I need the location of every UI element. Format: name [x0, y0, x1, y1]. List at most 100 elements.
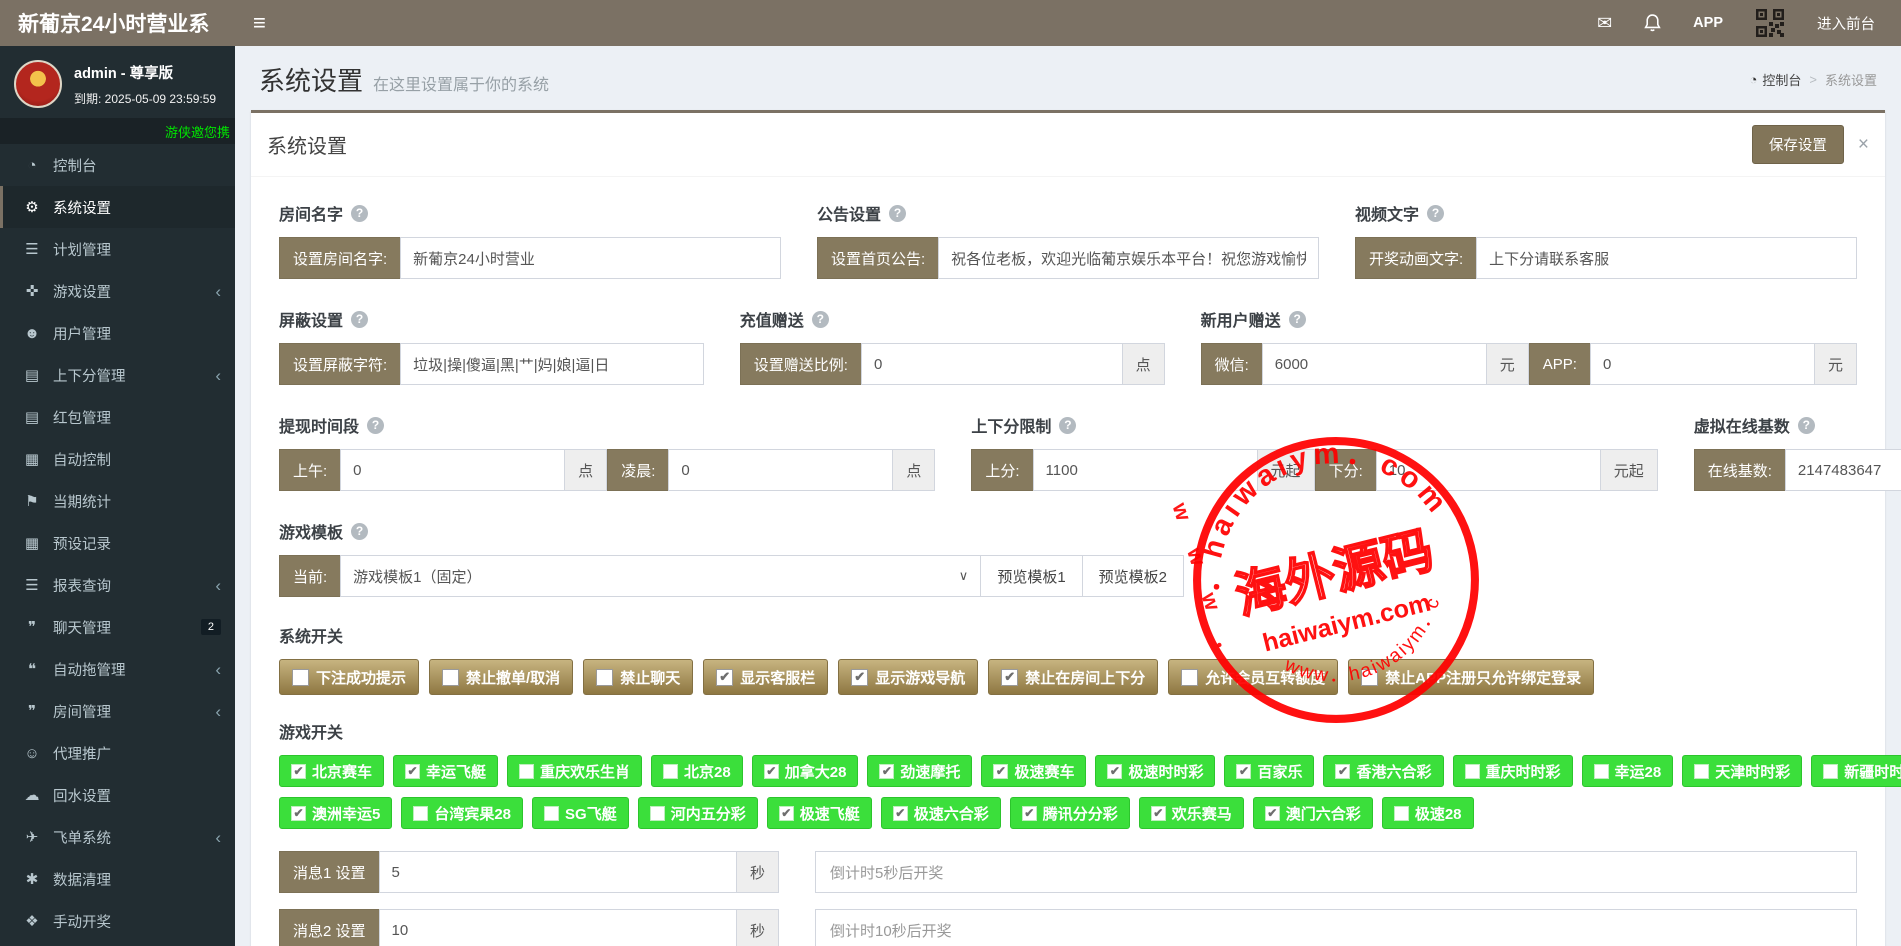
mail-icon[interactable]: ✉ — [1597, 13, 1612, 34]
game-label: 欢乐赛马 — [1172, 803, 1232, 824]
system-switch-button[interactable]: 禁止撤单/取消 — [429, 659, 573, 695]
brand-logo[interactable]: 新葡京24小时营业系 — [0, 0, 235, 46]
down-limit-input[interactable] — [1376, 449, 1601, 491]
enter-frontend-link[interactable]: 进入前台 — [1817, 13, 1875, 34]
preview-template2-button[interactable]: 预览模板2 — [1083, 555, 1184, 597]
help-icon[interactable] — [1798, 417, 1815, 434]
sidebar-item[interactable]: ☺ 代理推广 — [0, 732, 235, 774]
system-switch-button[interactable]: 显示游戏导航 — [838, 659, 978, 695]
sidebar-item[interactable]: ▤ 上下分管理 — [0, 354, 235, 396]
help-icon[interactable] — [1427, 205, 1444, 222]
sidebar-item[interactable]: ⚙ 系统设置 — [0, 186, 235, 228]
system-switch-button[interactable]: 允许会员互转额度 — [1168, 659, 1338, 695]
app-link[interactable]: APP — [1693, 15, 1723, 31]
sidebar-item[interactable]: ⚑ 当期统计 — [0, 480, 235, 522]
game-switch-button[interactable]: 劲速摩托 — [867, 755, 972, 787]
help-icon[interactable] — [367, 417, 384, 434]
save-settings-button[interactable]: 保存设置 — [1752, 125, 1844, 164]
game-switch-button[interactable]: 澳洲幸运5 — [279, 797, 392, 829]
game-switch-button[interactable]: 极速赛车 — [981, 755, 1086, 787]
game-switch-button[interactable]: 腾讯分分彩 — [1010, 797, 1130, 829]
wechat-bonus-input[interactable] — [1262, 343, 1487, 385]
game-switch-button[interactable]: 新疆时时彩 — [1811, 755, 1901, 787]
sidebar-item[interactable]: ❝ 自动拖管理 — [0, 648, 235, 690]
game-switch-button[interactable]: 欢乐赛马 — [1139, 797, 1244, 829]
system-switch-button[interactable]: 禁止APP注册只允许绑定登录 — [1348, 659, 1594, 695]
help-icon[interactable] — [351, 205, 368, 222]
system-switch-button[interactable]: 显示客服栏 — [703, 659, 828, 695]
input-addon: 微信: — [1201, 343, 1262, 385]
game-switch-button[interactable]: 加拿大28 — [752, 755, 859, 787]
system-switch-button[interactable]: 禁止在房间上下分 — [988, 659, 1158, 695]
game-switch-button[interactable]: 极速飞艇 — [767, 797, 872, 829]
field-game-template: 游戏模板 当前: 游戏模板1（固定） 预览模板1 预览模板2 — [279, 519, 1857, 597]
sidebar-item[interactable]: ◔ 控制台 — [0, 144, 235, 186]
help-icon[interactable] — [1059, 417, 1076, 434]
hamburger-menu-icon[interactable]: ≡ — [235, 0, 284, 46]
countdown-text-input[interactable]: 倒计时5秒后开奖 — [815, 851, 1857, 893]
system-switch-button[interactable]: 下注成功提示 — [279, 659, 419, 695]
close-icon[interactable]: × — [1858, 135, 1869, 154]
help-icon[interactable] — [351, 523, 368, 540]
help-icon[interactable] — [351, 311, 368, 328]
sidebar-item[interactable]: ❖ 手动开奖 — [0, 900, 235, 942]
withdraw-am-input[interactable] — [340, 449, 565, 491]
game-switch-button[interactable]: 河内五分彩 — [638, 797, 758, 829]
help-icon[interactable] — [812, 311, 829, 328]
preview-template1-button[interactable]: 预览模板1 — [981, 555, 1082, 597]
game-switch-button[interactable]: 幸运飞艇 — [393, 755, 498, 787]
sidebar-item[interactable]: ☰ 计划管理 — [0, 228, 235, 270]
game-switch-button[interactable]: 台湾宾果28 — [401, 797, 523, 829]
sidebar-item[interactable]: ✜ 游戏设置 — [0, 270, 235, 312]
help-icon[interactable] — [1289, 311, 1306, 328]
qr-code-icon[interactable] — [1755, 8, 1785, 38]
room-name-input[interactable] — [400, 237, 781, 279]
game-switch-button[interactable]: 幸运28 — [1582, 755, 1674, 787]
game-switch-button[interactable]: 极速28 — [1382, 797, 1474, 829]
game-switch-button[interactable]: 天津时时彩 — [1682, 755, 1802, 787]
sidebar-item[interactable]: ▤ 红包管理 — [0, 396, 235, 438]
up-limit-input[interactable] — [1033, 449, 1258, 491]
game-switch-button[interactable]: 北京28 — [651, 755, 743, 787]
checkbox-icon — [291, 764, 306, 779]
field-label: 视频文字 — [1355, 201, 1419, 225]
template-select[interactable]: 游戏模板1（固定） — [340, 555, 981, 597]
sidebar-item[interactable]: ❞ 房间管理 — [0, 690, 235, 732]
app-bonus-input[interactable] — [1590, 343, 1815, 385]
game-switch-button[interactable]: 北京赛车 — [279, 755, 384, 787]
block-chars-input[interactable] — [400, 343, 704, 385]
game-switch-button[interactable]: 百家乐 — [1224, 755, 1314, 787]
sidebar-item[interactable]: ▦ 自动控制 — [0, 438, 235, 480]
game-switch-button[interactable]: 重庆欢乐生肖 — [507, 755, 642, 787]
help-icon[interactable] — [889, 205, 906, 222]
field-label: 虚拟在线基数 — [1694, 413, 1790, 437]
chevron-left-icon — [215, 367, 221, 384]
game-switch-button[interactable]: 澳门六合彩 — [1253, 797, 1373, 829]
online-base-input[interactable] — [1785, 449, 1901, 491]
game-switch-button[interactable]: 极速时时彩 — [1095, 755, 1215, 787]
sidebar-item[interactable]: ✱ 数据清理 — [0, 858, 235, 900]
switch-label: 禁止聊天 — [620, 667, 680, 688]
breadcrumb-home[interactable]: ◔控制台 — [1750, 70, 1802, 89]
video-text-input[interactable] — [1476, 237, 1857, 279]
recharge-bonus-input[interactable] — [861, 343, 1123, 385]
sidebar-item[interactable]: ☻ 用户管理 — [0, 312, 235, 354]
notice-input[interactable] — [938, 237, 1319, 279]
game-switch-button[interactable]: 极速六合彩 — [881, 797, 1001, 829]
message-seconds-input[interactable]: 10 — [379, 909, 737, 946]
message-seconds-input[interactable]: 5 — [379, 851, 737, 893]
game-switch-button[interactable]: 香港六合彩 — [1323, 755, 1443, 787]
sidebar-item[interactable]: ❞ 聊天管理 2 — [0, 606, 235, 648]
game-label: 澳洲幸运5 — [312, 803, 380, 824]
game-switch-button[interactable]: 重庆时时彩 — [1453, 755, 1573, 787]
bell-icon[interactable] — [1644, 14, 1661, 33]
withdraw-dawn-input[interactable] — [668, 449, 893, 491]
countdown-text-input[interactable]: 倒计时10秒后开奖 — [815, 909, 1857, 946]
sidebar-item[interactable]: ☁ 回水设置 — [0, 774, 235, 816]
sidebar-item[interactable]: ▦ 预设记录 — [0, 522, 235, 564]
sidebar-item[interactable]: ✈ 飞单系统 — [0, 816, 235, 858]
game-switch-button[interactable]: SG飞艇 — [532, 797, 629, 829]
sidebar-item[interactable]: ☰ 报表查询 — [0, 564, 235, 606]
system-switch-button[interactable]: 禁止聊天 — [583, 659, 693, 695]
checkbox-icon — [1394, 806, 1409, 821]
